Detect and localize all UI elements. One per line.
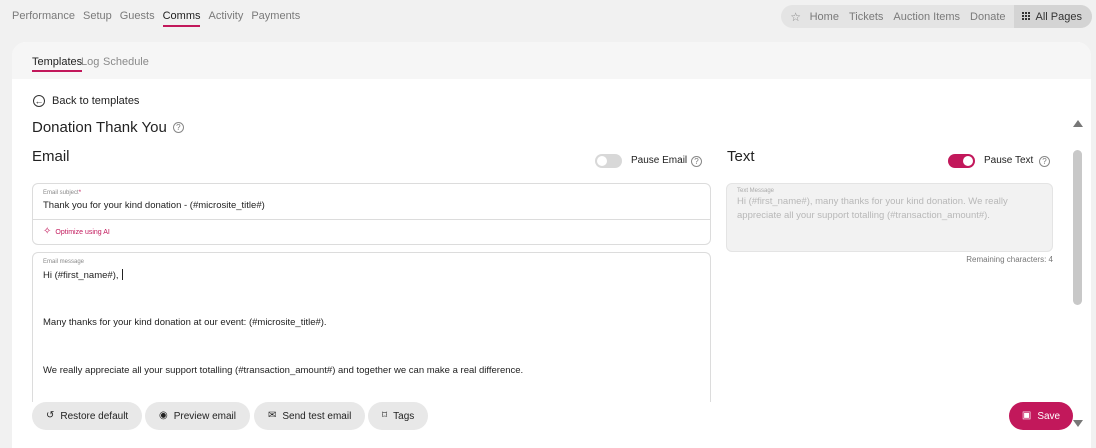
save-icon: ▣: [1021, 410, 1032, 421]
restore-label: Restore default: [60, 410, 129, 422]
tab-setup[interactable]: Setup: [83, 10, 112, 27]
tags-label: Tags: [393, 410, 415, 422]
optimize-ai-button[interactable]: ✧ Optimize using AI: [33, 219, 710, 244]
scrollbar-thumb[interactable]: [1073, 150, 1082, 305]
back-label: Back to templates: [52, 95, 140, 107]
preview-label: Preview email: [173, 410, 236, 422]
link-tickets[interactable]: Tickets: [844, 11, 888, 23]
subtab-log[interactable]: Log: [81, 56, 99, 70]
send-test-label: Send test email: [282, 410, 352, 422]
envelope-icon: ✉: [268, 410, 277, 421]
grid-icon: [1021, 12, 1031, 21]
scroll-down-arrow-icon[interactable]: [1073, 420, 1083, 427]
pause-email-toggle[interactable]: [595, 154, 622, 168]
help-icon[interactable]: ?: [172, 122, 184, 133]
toggle-knob: [963, 156, 973, 166]
all-pages-button[interactable]: All Pages: [1013, 5, 1092, 28]
toggle-knob: [597, 156, 607, 166]
pause-text-label: Pause Text: [984, 155, 1034, 166]
tab-guests[interactable]: Guests: [120, 10, 155, 27]
save-button[interactable]: ▣ Save: [1009, 402, 1073, 430]
email-message-field[interactable]: Email message Hi (#first_name#), Many th…: [32, 252, 711, 402]
eye-icon: ◉: [159, 410, 168, 421]
email-subject-value[interactable]: Thank you for your kind donation - (#mic…: [43, 200, 265, 211]
top-nav: Performance Setup Guests Comms Activity …: [0, 0, 1096, 34]
text-message-value[interactable]: Hi (#first_name#), many thanks for your …: [737, 195, 1037, 223]
page-title: Donation Thank You ?: [32, 119, 184, 136]
pause-email-label: Pause Email: [631, 155, 688, 166]
save-label: Save: [1037, 410, 1061, 422]
text-message-label: Text Message: [737, 188, 775, 194]
email-subject-field[interactable]: Email subject* Thank you for your kind d…: [32, 183, 711, 245]
pause-text-toggle[interactable]: [948, 154, 975, 168]
pause-text-help-icon[interactable]: ?: [1039, 156, 1050, 167]
star-icon[interactable]: ☆: [781, 10, 805, 24]
subtab-templates[interactable]: Templates: [32, 56, 83, 72]
quick-links: ☆ Home Tickets Auction Items Donate All …: [780, 5, 1092, 28]
subtab-schedule[interactable]: Schedule: [103, 56, 149, 70]
template-title: Donation Thank You: [32, 119, 167, 136]
text-message-field[interactable]: Text Message Hi (#first_name#), many tha…: [726, 183, 1053, 252]
remaining-characters: Remaining characters: 4: [966, 255, 1053, 264]
template-editor-card: Templates Log Schedule ← Back to templat…: [12, 42, 1091, 448]
magic-wand-icon: ✧: [43, 226, 52, 237]
all-pages-label: All Pages: [1035, 10, 1082, 23]
restore-default-button[interactable]: ↺ Restore default: [32, 402, 143, 430]
text-caret: [121, 269, 123, 280]
email-heading: Email: [32, 148, 70, 165]
link-donate[interactable]: Donate: [965, 11, 1010, 23]
message-line-greeting[interactable]: Hi (#first_name#),: [43, 269, 123, 281]
tab-performance[interactable]: Performance: [12, 10, 75, 27]
sub-tabs: Templates Log Schedule: [12, 42, 1091, 79]
restore-icon: ↺: [46, 410, 55, 421]
tab-comms[interactable]: Comms: [162, 10, 201, 27]
message-line-appreciate[interactable]: We really appreciate all your support to…: [43, 365, 523, 376]
link-auction-items[interactable]: Auction Items: [888, 11, 965, 23]
email-subject-label: Email subject*: [43, 190, 82, 196]
tag-icon: ⌑: [382, 410, 388, 421]
tags-button[interactable]: ⌑ Tags: [368, 402, 429, 430]
main-tabs: Performance Setup Guests Comms Activity …: [12, 10, 300, 27]
preview-email-button[interactable]: ◉ Preview email: [145, 402, 250, 430]
email-message-label: Email message: [43, 259, 85, 265]
tab-payments[interactable]: Payments: [251, 10, 300, 27]
link-home[interactable]: Home: [805, 11, 844, 23]
scroll-up-arrow-icon[interactable]: [1073, 120, 1083, 127]
text-heading: Text: [727, 148, 755, 165]
message-line-thanks[interactable]: Many thanks for your kind donation at ou…: [43, 317, 327, 328]
send-test-email-button[interactable]: ✉ Send test email: [254, 402, 366, 430]
arrow-left-icon: ←: [33, 95, 45, 107]
back-to-templates-link[interactable]: ← Back to templates: [33, 95, 139, 107]
optimize-ai-label: Optimize using AI: [55, 228, 110, 236]
pause-email-help-icon[interactable]: ?: [691, 156, 702, 167]
tab-activity[interactable]: Activity: [208, 10, 243, 27]
